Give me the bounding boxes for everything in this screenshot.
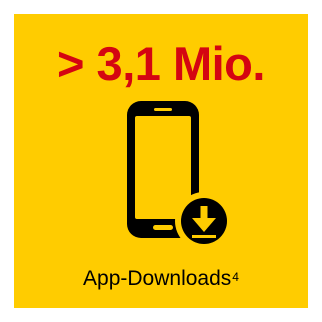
footnote-marker[interactable]: 4 bbox=[232, 270, 239, 284]
stat-tile: > 3,1 Mio. App-Downloads4 bbox=[14, 14, 308, 308]
page-frame: > 3,1 Mio. App-Downloads4 bbox=[0, 0, 322, 322]
icon-area bbox=[14, 14, 308, 308]
smartphone-icon bbox=[127, 101, 233, 250]
download-arrow-icon bbox=[175, 192, 233, 250]
caption-text: App-Downloads bbox=[83, 267, 232, 290]
stat-caption: App-Downloads4 bbox=[14, 266, 308, 292]
